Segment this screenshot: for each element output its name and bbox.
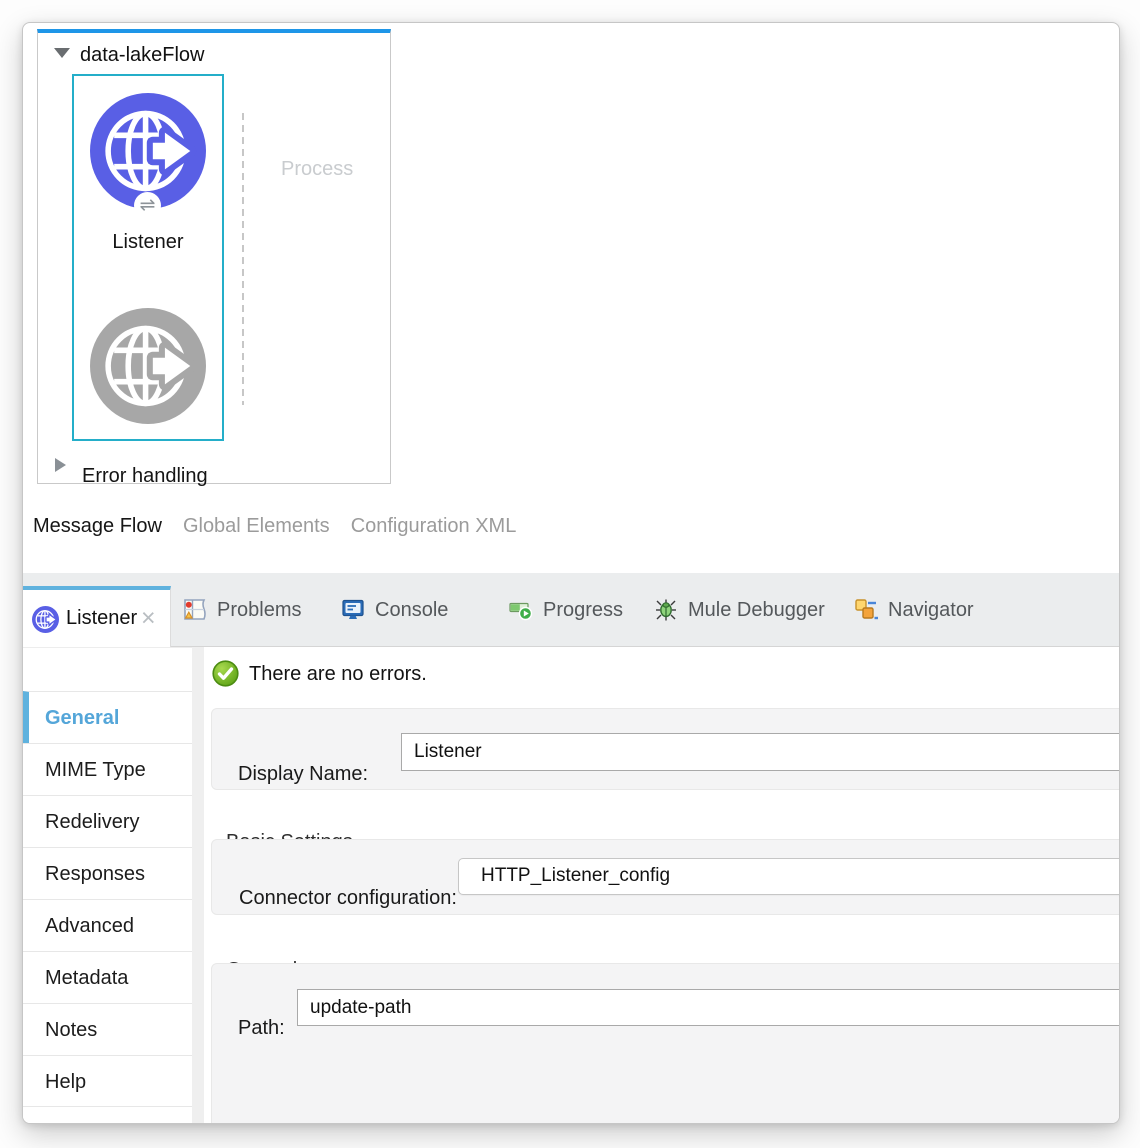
status-message: There are no errors. [249, 663, 427, 686]
tab-listener-label: Listener [66, 607, 137, 630]
view-tab-bar: Listener × Problems Console [23, 573, 1119, 647]
tab-navigator[interactable]: Navigator [853, 573, 974, 647]
console-icon [340, 597, 366, 623]
path-label: Path: [238, 1017, 285, 1040]
tab-mule-debugger[interactable]: Mule Debugger [653, 573, 825, 647]
process-lane-label: Process [281, 158, 353, 181]
exchange-icon: ⇌ [134, 192, 161, 219]
general-panel [211, 963, 1120, 1124]
tab-mule-debugger-label: Mule Debugger [688, 599, 825, 622]
tab-listener-properties[interactable]: Listener × [23, 586, 171, 649]
sidebar-item-notes[interactable]: Notes [23, 1003, 192, 1055]
connector-configuration-label: Connector configuration: [239, 887, 457, 910]
sidebar-splitter[interactable] [192, 647, 204, 1123]
sidebar-item-help[interactable]: Help [23, 1055, 192, 1107]
editor-tab-bar: Message Flow Global Elements Configurati… [33, 515, 516, 538]
display-name-input[interactable] [401, 733, 1120, 771]
globe-arrow-icon [90, 308, 206, 424]
navigator-icon [853, 597, 879, 623]
listener-node-label: Listener [74, 231, 222, 254]
sidebar-item-advanced[interactable]: Advanced [23, 899, 192, 951]
sidebar-item-metadata[interactable]: Metadata [23, 951, 192, 1003]
properties-sidebar: General MIME Type Redelivery Responses A… [23, 647, 192, 1123]
tab-navigator-label: Navigator [888, 599, 974, 622]
display-name-label: Display Name: [238, 763, 368, 786]
tab-progress[interactable]: Progress [508, 573, 623, 647]
sidebar-item-responses[interactable]: Responses [23, 847, 192, 899]
tab-console[interactable]: Console [340, 573, 448, 647]
sidebar-item-general[interactable]: General [23, 691, 192, 743]
flow-container: data-lakeFlow ⇌ Listener Process Error h… [37, 29, 391, 484]
sidebar-item-mime-type[interactable]: MIME Type [23, 743, 192, 795]
tab-problems-label: Problems [217, 599, 301, 622]
process-lane-divider [242, 113, 244, 405]
expand-error-handling-icon[interactable] [55, 458, 66, 472]
no-errors-check-icon [212, 660, 239, 687]
tab-global-elements[interactable]: Global Elements [183, 515, 330, 538]
sidebar-item-redelivery[interactable]: Redelivery [23, 795, 192, 847]
close-icon[interactable]: × [141, 603, 156, 634]
path-input[interactable] [297, 989, 1120, 1026]
problems-icon [182, 597, 208, 623]
flow-name: data-lakeFlow [80, 44, 205, 67]
tab-problems[interactable]: Problems [182, 573, 301, 647]
tab-message-flow[interactable]: Message Flow [33, 515, 162, 538]
error-handling-label[interactable]: Error handling [82, 465, 208, 488]
tab-progress-label: Progress [543, 599, 623, 622]
properties-nav-list: General MIME Type Redelivery Responses A… [23, 691, 192, 1107]
ghost-node[interactable] [90, 308, 206, 424]
tab-console-label: Console [375, 599, 448, 622]
http-listener-icon [32, 606, 59, 633]
progress-icon [508, 597, 534, 623]
connector-configuration-select[interactable]: HTTP_Listener_config [458, 858, 1120, 895]
tab-configuration-xml[interactable]: Configuration XML [351, 515, 517, 538]
bug-icon [653, 597, 679, 623]
flow-selection-box[interactable]: ⇌ Listener [72, 74, 224, 441]
collapse-flow-icon[interactable] [54, 48, 70, 58]
anypoint-studio-window: data-lakeFlow ⇌ Listener Process Error h… [22, 22, 1120, 1124]
